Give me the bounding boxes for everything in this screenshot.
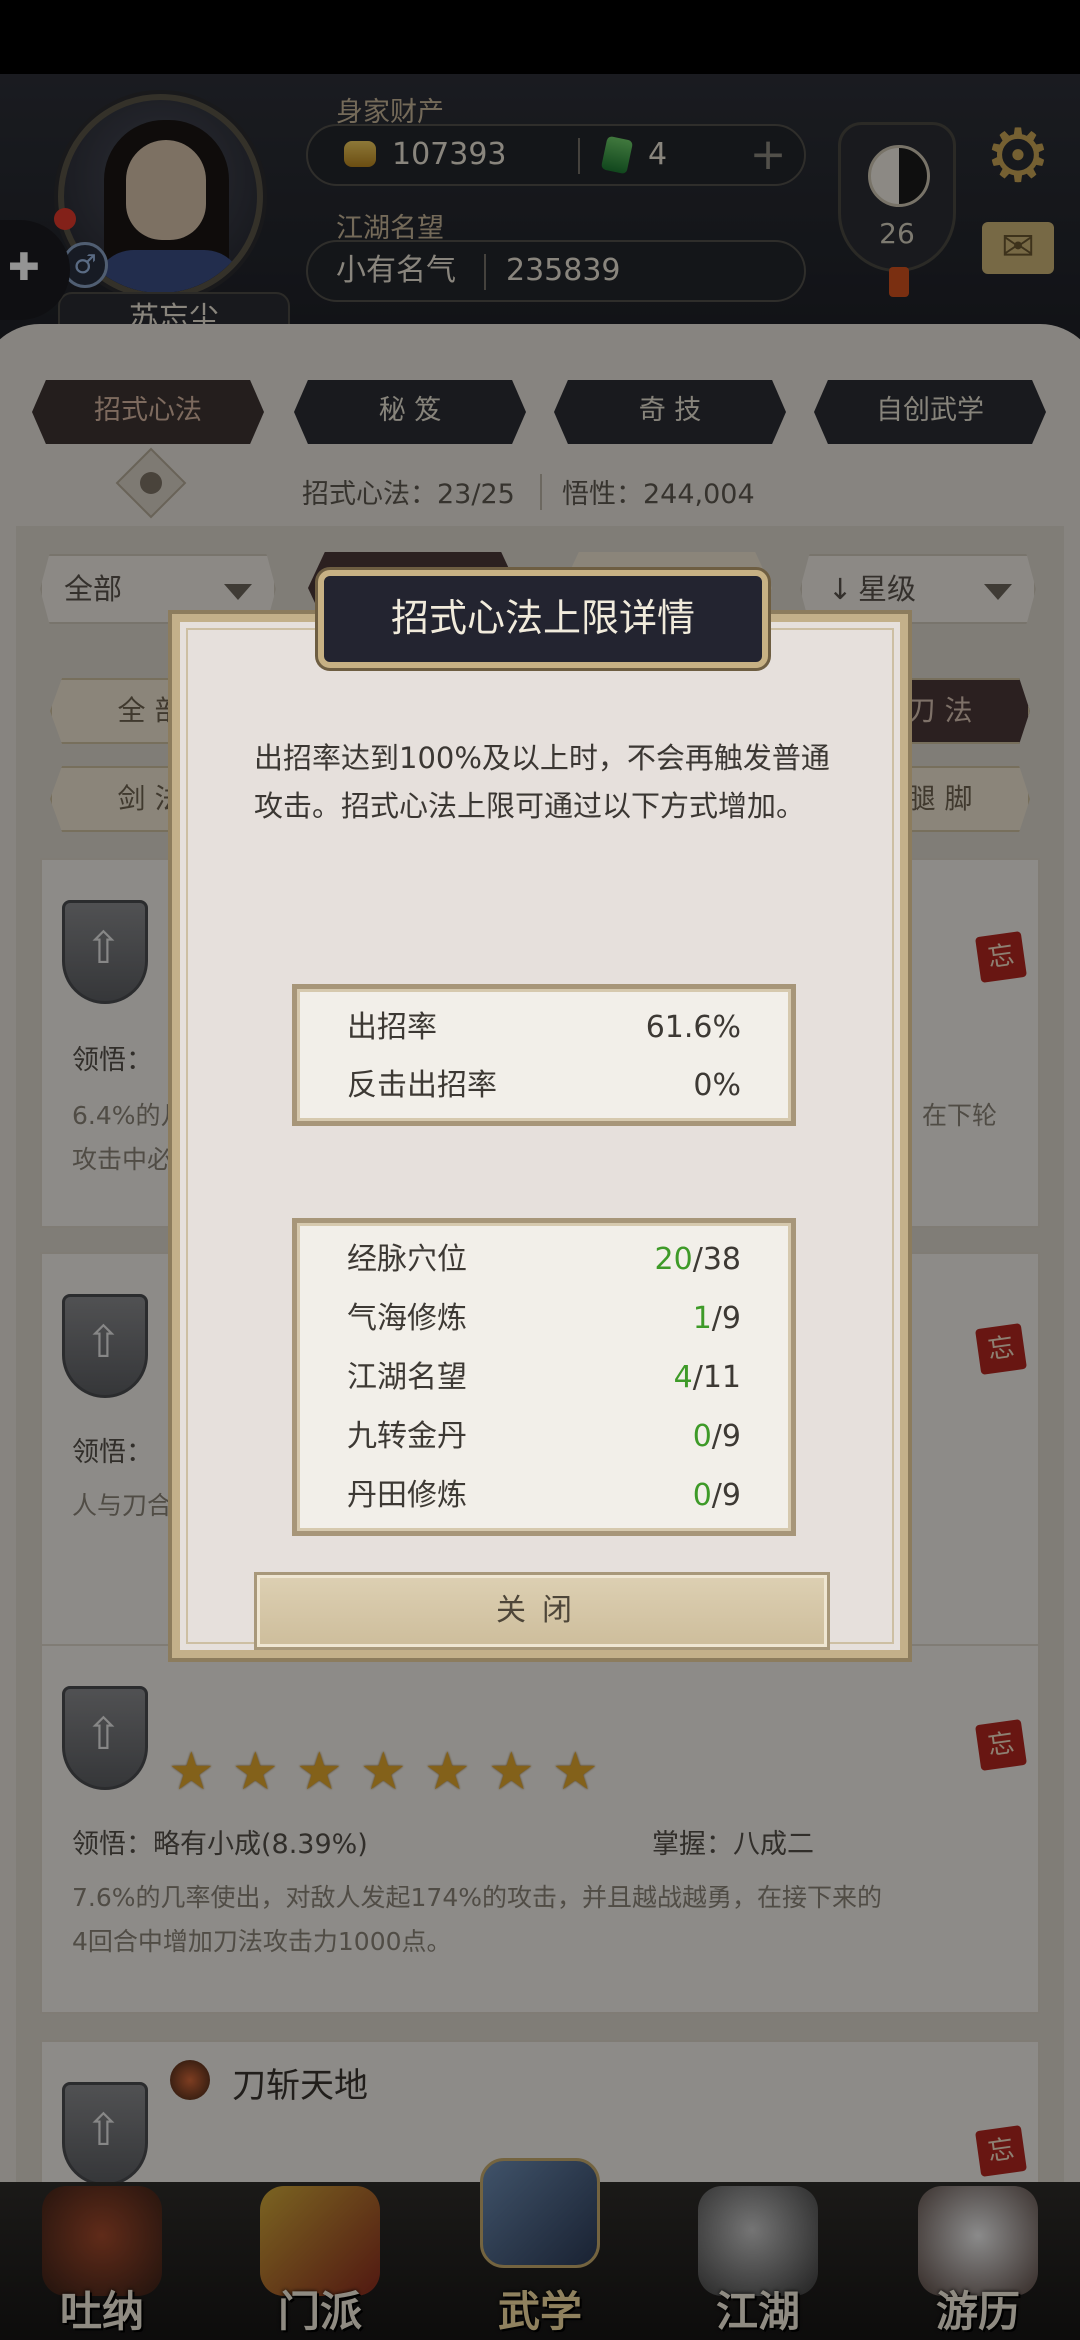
modal-description: 出招率达到100%及以上时，不会再触发普通攻击。招式心法上限可通过以下方式增加。 [254,741,830,823]
close-button[interactable]: 关闭 [254,1572,830,1650]
limit-row: 江湖名望 4/11 [347,1360,741,1395]
limit-row: 经脉穴位 20/38 [347,1242,741,1277]
rates-box: 出招率 61.6% 反击出招率 0% [292,984,796,1126]
limit-row: 丹田修炼 0/9 [347,1478,741,1513]
limits-box: 经脉穴位 20/38 气海修炼 1/9 江湖名望 4/11 九转金丹 0/9 丹… [292,1218,796,1536]
limit-row: 气海修炼 1/9 [347,1301,741,1336]
limit-details-modal: 招式心法上限详情 出招率达到100%及以上时，不会再触发普通攻击。招式心法上限可… [172,570,908,1658]
modal-title: 招式心法上限详情 [318,570,768,668]
rate-row: 反击出招率 0% [347,1068,741,1103]
rate-row: 出招率 61.6% [347,1010,741,1045]
status-bar [0,0,1080,74]
limit-row: 九转金丹 0/9 [347,1419,741,1454]
